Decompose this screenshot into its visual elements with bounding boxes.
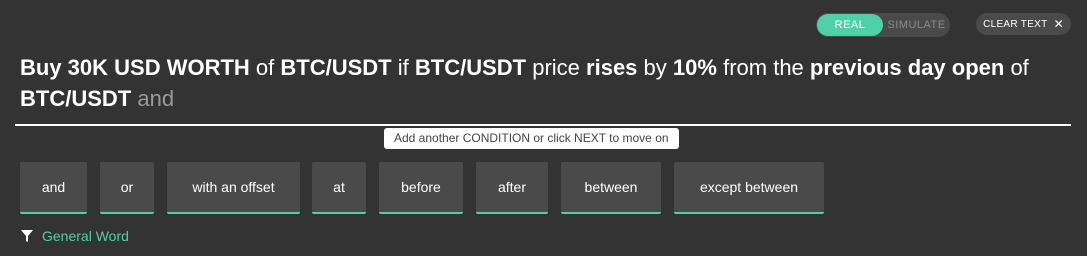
word-filter[interactable]: General Word <box>20 228 129 244</box>
filter-label: General Word <box>42 228 129 244</box>
word-option-before[interactable]: before <box>379 162 463 214</box>
sentence-part: of <box>1010 55 1029 80</box>
divider <box>15 124 1071 126</box>
hint-tooltip: Add another CONDITION or click NEXT to m… <box>384 128 679 149</box>
clear-text-button[interactable]: CLEAR TEXT ✕ <box>976 13 1071 35</box>
close-icon: ✕ <box>1053 17 1064 31</box>
clear-text-label: CLEAR TEXT <box>983 18 1048 30</box>
sentence-part: from the <box>723 55 804 80</box>
mode-simulate-option[interactable]: SIMULATE <box>883 19 950 31</box>
word-option-or[interactable]: or <box>100 162 154 214</box>
filter-icon <box>21 230 33 242</box>
sentence-part: of <box>255 55 275 80</box>
sentence-part: BTC/USDT <box>280 55 392 80</box>
sentence-part: 10% <box>672 55 717 80</box>
word-option-and[interactable]: and <box>20 162 87 214</box>
sentence-part-pending: and <box>137 86 175 111</box>
sentence-part: Buy 30K USD WORTH <box>20 55 250 80</box>
sentence-part: BTC/USDT <box>20 86 132 111</box>
condition-sentence: Buy 30K USD WORTH of BTC/USDT if BTC/USD… <box>20 52 1070 114</box>
word-option-between[interactable]: between <box>561 162 661 214</box>
word-option-at[interactable]: at <box>312 162 366 214</box>
word-option-after[interactable]: after <box>476 162 548 214</box>
sentence-part: if <box>397 55 409 80</box>
mode-toggle[interactable]: REAL SIMULATE <box>816 13 950 37</box>
word-option-except-between[interactable]: except between <box>674 162 824 214</box>
word-option-with-an-offset[interactable]: with an offset <box>167 162 300 214</box>
sentence-part: by <box>643 55 667 80</box>
sentence-part: previous day open <box>809 55 1005 80</box>
mode-real-option[interactable]: REAL <box>817 14 883 36</box>
sentence-part: BTC/USDT <box>414 55 527 80</box>
sentence-part: price <box>532 55 580 80</box>
sentence-part: rises <box>586 55 638 80</box>
